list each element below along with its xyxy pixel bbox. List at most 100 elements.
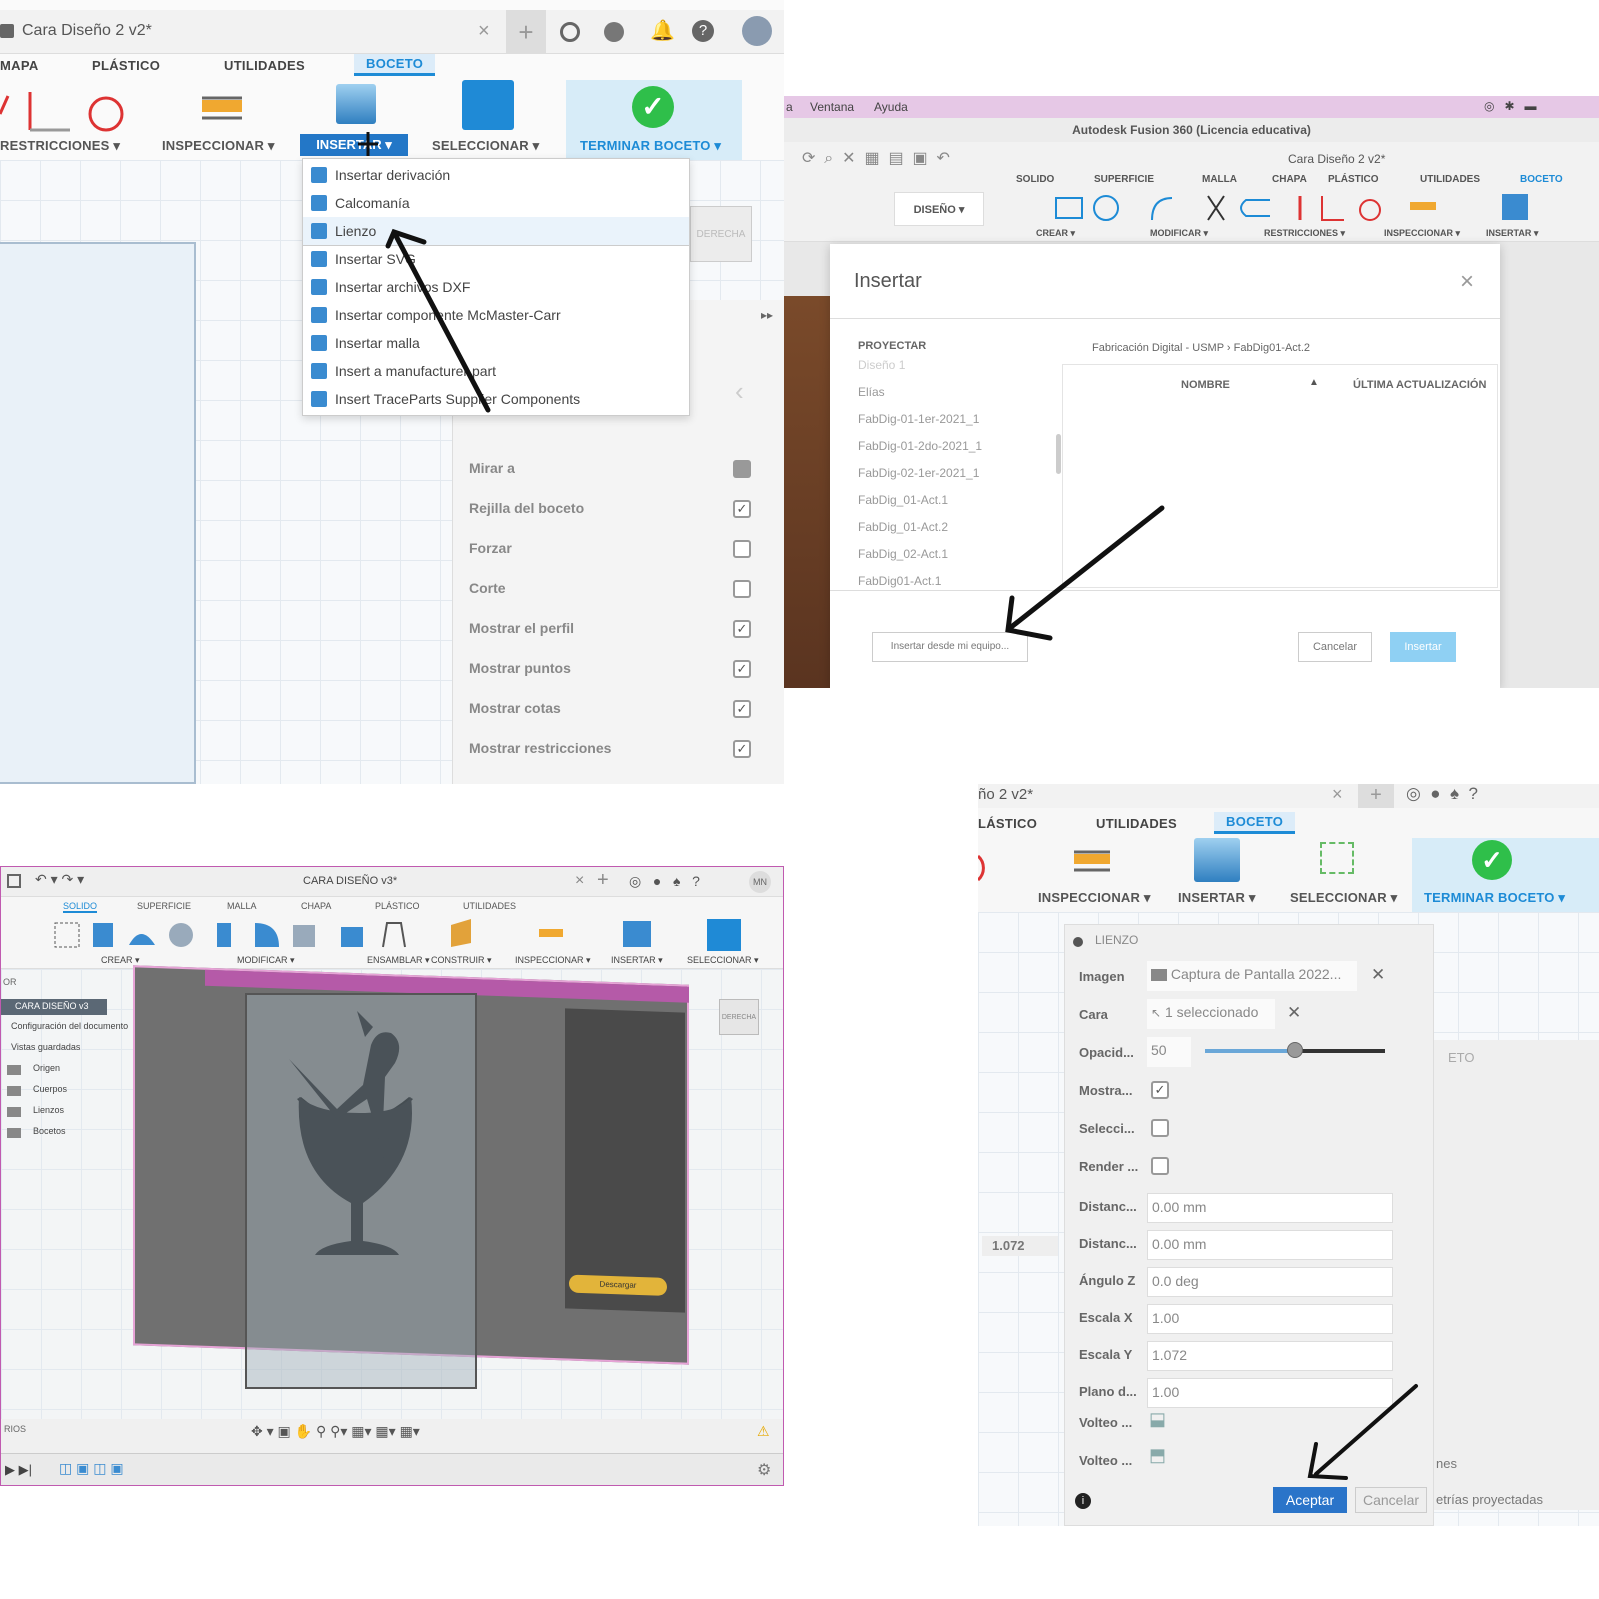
project-item[interactable]: FabDig-01-2do-2021_1: [858, 439, 982, 453]
palette-option-checkbox[interactable]: [733, 460, 751, 478]
toolbar-group-label[interactable]: INSERTAR ▾: [611, 955, 663, 966]
p3-tab[interactable]: SOLIDO: [63, 901, 98, 913]
palette-option-checkbox[interactable]: ✓: [733, 620, 751, 638]
project-item[interactable]: FabDig_02-Act.1: [858, 547, 948, 561]
p2-tab[interactable]: CHAPA: [1272, 174, 1307, 185]
menu-item[interactable]: Insertar archivos DXF: [303, 273, 689, 301]
settings-icon[interactable]: ⚙: [757, 1460, 771, 1480]
close-icon[interactable]: ×: [575, 872, 584, 890]
menu-item[interactable]: Insertar SVG: [303, 245, 689, 273]
menu-ayuda[interactable]: Ayuda: [874, 100, 908, 114]
palette-option-checkbox[interactable]: ✓: [733, 700, 751, 718]
palette-option-checkbox[interactable]: ✓: [733, 500, 751, 518]
select-menu[interactable]: SELECCIONAR ▾: [1290, 890, 1397, 906]
inspect-menu[interactable]: INSPECCIONAR ▾: [1038, 890, 1151, 906]
menu-item[interactable]: Insertar componente McMaster-Carr: [303, 301, 689, 329]
solid-tool-icons[interactable]: [1, 917, 784, 957]
warning-icon[interactable]: ⚠: [757, 1423, 770, 1440]
design-dropdown[interactable]: DISEÑO ▾: [894, 192, 984, 226]
finish-sketch-area[interactable]: ✓ TERMINAR BOCETO ▾: [1412, 838, 1599, 912]
dialog-option-checkbox[interactable]: [1151, 1157, 1169, 1175]
header-icons[interactable]: ◎ ● ♠ ?: [629, 873, 700, 890]
restrictions-menu[interactable]: RESTRICCIONES ▾: [0, 138, 120, 154]
browser-item[interactable]: Vistas guardadas: [11, 1042, 80, 1052]
opacity-slider[interactable]: [1205, 1042, 1385, 1058]
p2-tab[interactable]: SOLIDO: [1016, 174, 1054, 185]
p2-tab[interactable]: MALLA: [1202, 174, 1237, 185]
select-menu[interactable]: SELECCIONAR ▾: [432, 138, 539, 154]
dialog-field-input[interactable]: 0.0 deg: [1147, 1267, 1393, 1297]
tab-utilidades[interactable]: UTILIDADES: [1096, 816, 1177, 831]
clear-image-icon[interactable]: ✕: [1371, 965, 1385, 985]
column-name[interactable]: NOMBRE: [1181, 379, 1230, 391]
menu-item[interactable]: Insertar derivación: [303, 161, 689, 189]
dialog-field-input[interactable]: 1.00: [1147, 1378, 1393, 1408]
dialog-field-input[interactable]: 0.00 mm: [1147, 1230, 1393, 1260]
sort-icon[interactable]: ▲: [1309, 377, 1319, 388]
project-item[interactable]: FabDig_01-Act.1: [858, 493, 948, 507]
finish-sketch-button[interactable]: TERMINAR BOCETO ▾: [580, 138, 721, 154]
jobs-icon[interactable]: [604, 22, 624, 42]
toolbar-group-label[interactable]: SELECCIONAR ▾: [687, 955, 759, 966]
column-updated[interactable]: ÚLTIMA ACTUALIZACIÓN: [1353, 379, 1486, 391]
group-insertar[interactable]: INSERTAR ▾: [1486, 228, 1538, 239]
select-icon[interactable]: [462, 80, 514, 130]
inspect-menu[interactable]: INSPECCIONAR ▾: [162, 138, 275, 154]
header-icons[interactable]: ◎ ● ♠ ?: [1406, 784, 1478, 804]
sync-icon[interactable]: [560, 22, 580, 42]
p2-tab[interactable]: BOCETO: [1520, 174, 1563, 185]
avatar[interactable]: MN: [749, 871, 771, 893]
project-item[interactable]: FabDig_01-Act.2: [858, 520, 948, 534]
menu-ventana[interactable]: Ventana: [810, 100, 854, 114]
group-crear[interactable]: CREAR ▾: [1036, 228, 1075, 239]
timeline-items[interactable]: ◫ ▣ ◫ ▣: [59, 1460, 124, 1477]
p2-tab[interactable]: SUPERFICIE: [1094, 174, 1154, 185]
finish-sketch-area[interactable]: ✓ TERMINAR BOCETO ▾: [566, 80, 742, 160]
dialog-option-checkbox[interactable]: ✓: [1151, 1081, 1169, 1099]
nav-tools[interactable]: ✥ ▾ ▣ ✋ ⚲ ⚲▾ ▦▾ ▦▾ ▦▾: [251, 1423, 420, 1440]
dialog-field-input[interactable]: 1.00: [1147, 1304, 1393, 1334]
avatar[interactable]: [742, 16, 772, 46]
browser-item[interactable]: Origen: [33, 1063, 60, 1073]
palette-option-checkbox[interactable]: [733, 540, 751, 558]
help-icon[interactable]: ?: [692, 20, 714, 42]
p2-tab[interactable]: PLÁSTICO: [1328, 174, 1379, 185]
circle-constraint-icon[interactable]: [978, 846, 1008, 886]
sketch-tool-icons[interactable]: [1010, 192, 1599, 224]
p3-tab[interactable]: SUPERFICIE: [137, 901, 191, 911]
measure-icon[interactable]: [1072, 850, 1112, 874]
menu-item[interactable]: Insert TraceParts Supplier Components: [303, 385, 689, 413]
tab-utilidades[interactable]: UTILIDADES: [224, 58, 305, 73]
dialog-field-input[interactable]: 1.072: [1147, 1341, 1393, 1371]
dialog-field-input[interactable]: 0.00 mm: [1147, 1193, 1393, 1223]
tab-plastico[interactable]: PLÁSTICO: [92, 58, 160, 73]
close-icon[interactable]: ×: [1332, 784, 1343, 805]
tab-boceto[interactable]: BOCETO: [354, 54, 436, 76]
face-selector[interactable]: ↖ 1 seleccionado: [1147, 999, 1275, 1029]
group-restricciones[interactable]: RESTRICCIONES ▾: [1264, 228, 1345, 239]
insert-from-computer-button[interactable]: Insertar desde mi equipo...: [872, 632, 1028, 662]
palette-option-checkbox[interactable]: ✓: [733, 660, 751, 678]
cancel-button[interactable]: Cancelar: [1355, 1487, 1427, 1513]
notification-icon[interactable]: 🔔: [650, 18, 675, 43]
select-icon[interactable]: [1320, 842, 1354, 874]
menu-item[interactable]: a: [786, 100, 793, 114]
toolbar-group-label[interactable]: MODIFICAR ▾: [237, 955, 295, 966]
dimension-value[interactable]: 1.072: [982, 1236, 1058, 1256]
view-cube[interactable]: DERECHA: [719, 999, 759, 1035]
browser-item[interactable]: Lienzos: [33, 1105, 64, 1115]
browser-item[interactable]: Bocetos: [33, 1126, 66, 1136]
cancel-button[interactable]: Cancelar: [1298, 632, 1372, 662]
collapse-icon[interactable]: ▸▸: [761, 308, 773, 322]
group-inspeccionar[interactable]: INSPECCIONAR ▾: [1384, 228, 1460, 239]
constraint-icons[interactable]: [0, 86, 140, 136]
close-icon[interactable]: ×: [478, 20, 490, 43]
clear-face-icon[interactable]: ✕: [1287, 1003, 1301, 1023]
new-tab-icon[interactable]: +: [1358, 784, 1394, 808]
p3-tab[interactable]: PLÁSTICO: [375, 901, 420, 911]
project-item[interactable]: FabDig-01-1er-2021_1: [858, 412, 979, 426]
toolbar-group-label[interactable]: ENSAMBLAR ▾: [367, 955, 430, 966]
palette-option-checkbox[interactable]: [733, 580, 751, 598]
chevron-left-icon[interactable]: ‹: [735, 376, 744, 407]
menu-item[interactable]: Insert a manufacturer part: [303, 357, 689, 385]
